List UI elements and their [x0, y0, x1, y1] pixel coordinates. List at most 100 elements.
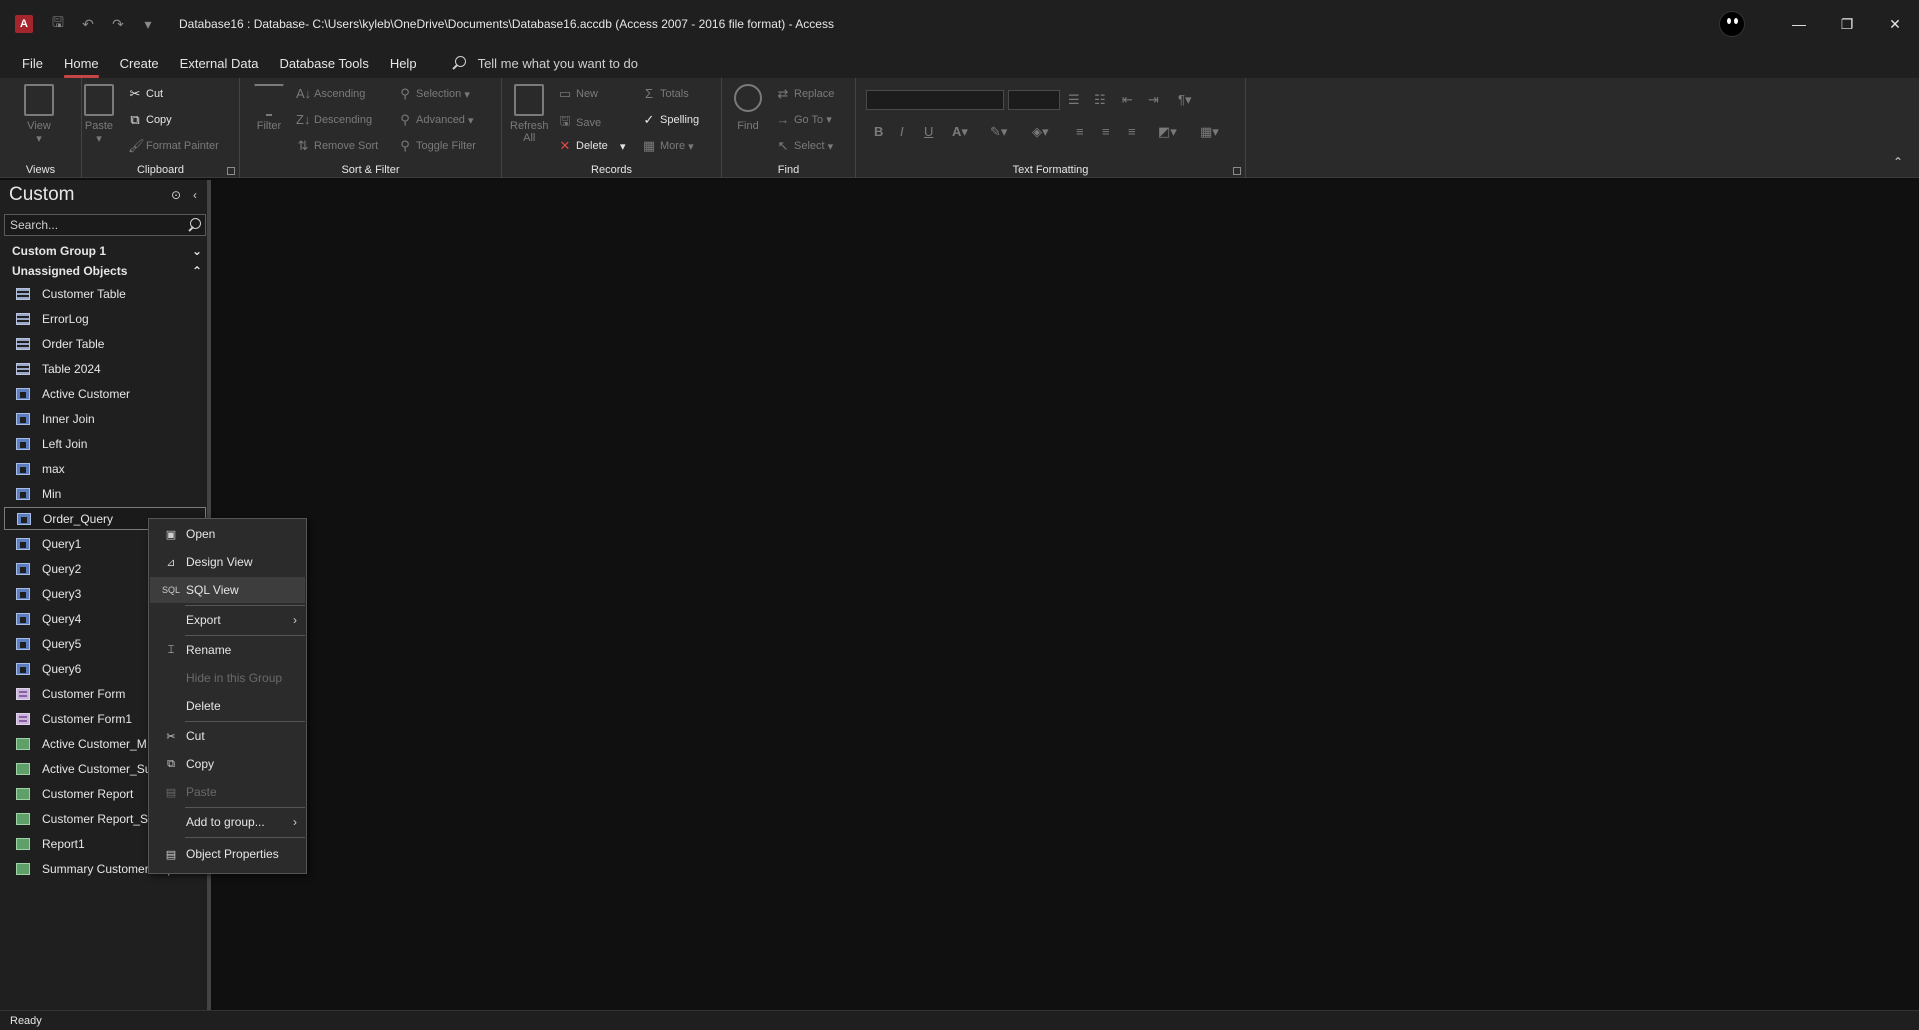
text-formatting-launcher-icon[interactable]: [1233, 167, 1241, 175]
nav-item[interactable]: Inner Join: [4, 407, 206, 430]
query-object-icon: [16, 387, 30, 400]
query-object-icon: [17, 512, 31, 525]
minimize-button[interactable]: —: [1775, 0, 1823, 48]
font-name-combo[interactable]: [866, 90, 1004, 110]
nav-menu-dropdown-icon[interactable]: ⊙: [171, 188, 181, 202]
clipboard-launcher-icon[interactable]: [227, 167, 235, 175]
align-right-icon[interactable]: ≡: [1128, 124, 1136, 139]
nav-item-label: Query2: [42, 561, 82, 576]
font-color-icon[interactable]: A▾: [952, 124, 968, 140]
find-button[interactable]: Find: [734, 84, 762, 132]
alternate-row-color-icon[interactable]: ◩▾: [1158, 124, 1177, 140]
tell-me-search[interactable]: Tell me what you want to do: [452, 56, 638, 71]
nav-search-input[interactable]: Search...: [4, 214, 206, 236]
nav-item[interactable]: Active Customer: [4, 382, 206, 405]
nav-group-custom-group-1[interactable]: Custom Group 1 ⌄: [12, 244, 202, 258]
customize-qat-icon[interactable]: ▾: [137, 16, 159, 33]
save-record-button[interactable]: 🖫 Save: [558, 112, 601, 134]
numbering-icon[interactable]: ☷: [1094, 92, 1106, 108]
cut-button[interactable]: ✂ Cut: [128, 86, 164, 102]
ctx-open[interactable]: ▣ Open: [150, 521, 305, 547]
ctx-object-properties[interactable]: ▤ Object Properties: [150, 841, 305, 867]
restore-button[interactable]: ❐: [1823, 0, 1871, 48]
tab-file[interactable]: File: [22, 52, 43, 75]
ctx-sql-view[interactable]: SQL SQL View: [150, 577, 305, 603]
ctx-delete[interactable]: Delete: [150, 693, 305, 719]
new-record-button[interactable]: ▭ New: [558, 86, 598, 102]
nav-group-unassigned-objects[interactable]: Unassigned Objects ⌃: [12, 264, 202, 278]
nav-item[interactable]: Customer Table: [4, 282, 206, 305]
delete-record-button[interactable]: ✕ Delete ▾: [558, 138, 626, 154]
descending-button[interactable]: Z↓ Descending: [296, 112, 372, 127]
ctx-rename[interactable]: ⌶ Rename: [150, 637, 305, 663]
copy-button[interactable]: ⧉ Copy: [128, 112, 171, 128]
nav-pane-title[interactable]: Custom: [9, 184, 74, 206]
advanced-button[interactable]: ⚲ Advanced ▾: [398, 112, 473, 128]
nav-item-label: Order_Query: [43, 511, 114, 526]
ascending-button[interactable]: A↓ Ascending: [296, 86, 365, 101]
italic-icon[interactable]: I: [900, 124, 904, 139]
ctx-export[interactable]: Export ›: [150, 607, 305, 633]
bold-icon[interactable]: B: [874, 124, 883, 139]
ctx-design-view[interactable]: ⊿ Design View: [150, 549, 305, 575]
align-left-icon[interactable]: ≡: [1076, 124, 1084, 139]
filter-button[interactable]: Filter: [254, 84, 284, 132]
tab-create[interactable]: Create: [120, 52, 159, 75]
nav-item[interactable]: ErrorLog: [4, 307, 206, 330]
totals-button[interactable]: Σ Totals: [642, 86, 689, 101]
spelling-button[interactable]: ✓ Spelling: [642, 112, 700, 128]
highlight-icon[interactable]: ✎▾: [990, 124, 1007, 140]
paragraph-direction-icon[interactable]: ¶▾: [1178, 92, 1192, 108]
select-button[interactable]: ↖ Select ▾: [776, 138, 834, 154]
nav-item[interactable]: Left Join: [4, 432, 206, 455]
account-avatar[interactable]: [1719, 11, 1745, 37]
decrease-indent-icon[interactable]: ⇤: [1122, 92, 1133, 108]
tab-help[interactable]: Help: [390, 52, 417, 75]
nav-item[interactable]: Order Table: [4, 332, 206, 355]
document-workspace[interactable]: [215, 180, 1919, 1010]
nav-item-label: Active Customer: [42, 386, 131, 401]
save-icon[interactable]: 🖫: [47, 12, 69, 36]
remove-sort-button[interactable]: ⇅ Remove Sort: [296, 138, 379, 154]
nav-item-label: Min: [42, 486, 62, 501]
tab-home[interactable]: Home: [63, 52, 99, 78]
nav-item[interactable]: max: [4, 457, 206, 480]
close-button[interactable]: ✕: [1871, 0, 1919, 48]
selection-button[interactable]: ⚲ Selection ▾: [398, 86, 470, 102]
title-bar: A 🖫 ↶ ↷ ▾ Database16 : Database- C:\User…: [0, 0, 1919, 48]
save-record-icon: 🖫: [559, 113, 571, 128]
fill-color-icon[interactable]: ◈▾: [1032, 124, 1049, 140]
ctx-add-to-group[interactable]: Add to group... ›: [150, 809, 305, 835]
ctx-copy[interactable]: ⧉ Copy: [150, 751, 305, 777]
ctx-cut[interactable]: ✂ Cut: [150, 723, 305, 749]
format-painter-button[interactable]: 🖌 Format Painter: [128, 138, 219, 154]
cursor-icon: ↖: [777, 138, 789, 153]
go-to-arrow-icon: →: [776, 112, 790, 127]
search-icon: [187, 218, 201, 232]
go-to-button[interactable]: → Go To ▾: [776, 112, 832, 127]
view-button[interactable]: View ▾: [24, 84, 54, 145]
collapse-ribbon-icon[interactable]: ⌃: [1893, 155, 1903, 169]
font-size-combo[interactable]: [1008, 90, 1060, 110]
table-object-icon: [16, 337, 30, 350]
gridlines-icon[interactable]: ▦▾: [1200, 124, 1219, 140]
toggle-filter-button[interactable]: ⚲ Toggle Filter: [398, 138, 476, 154]
nav-item[interactable]: Table 2024: [4, 357, 206, 380]
undo-icon[interactable]: ↶: [77, 16, 99, 33]
more-button[interactable]: ▦ More ▾: [642, 138, 694, 154]
increase-indent-icon[interactable]: ⇥: [1148, 92, 1159, 108]
underline-icon[interactable]: U: [924, 124, 933, 139]
access-app-icon[interactable]: A: [15, 15, 33, 33]
chevron-down-icon: ⌄: [191, 244, 202, 258]
tab-database-tools[interactable]: Database Tools: [279, 52, 368, 75]
paste-button[interactable]: Paste ▾: [84, 84, 114, 145]
refresh-all-button[interactable]: Refresh All: [510, 84, 549, 144]
shutter-bar-close-icon[interactable]: ‹: [193, 188, 197, 202]
redo-icon[interactable]: ↷: [107, 16, 129, 33]
tab-external-data[interactable]: External Data: [180, 52, 259, 75]
bullets-icon[interactable]: ☰: [1068, 92, 1080, 108]
replace-button[interactable]: ⇄ Replace: [776, 86, 835, 102]
scissors-icon: ✂: [166, 730, 176, 743]
nav-item[interactable]: Min: [4, 482, 206, 505]
align-center-icon[interactable]: ≡: [1102, 124, 1110, 139]
